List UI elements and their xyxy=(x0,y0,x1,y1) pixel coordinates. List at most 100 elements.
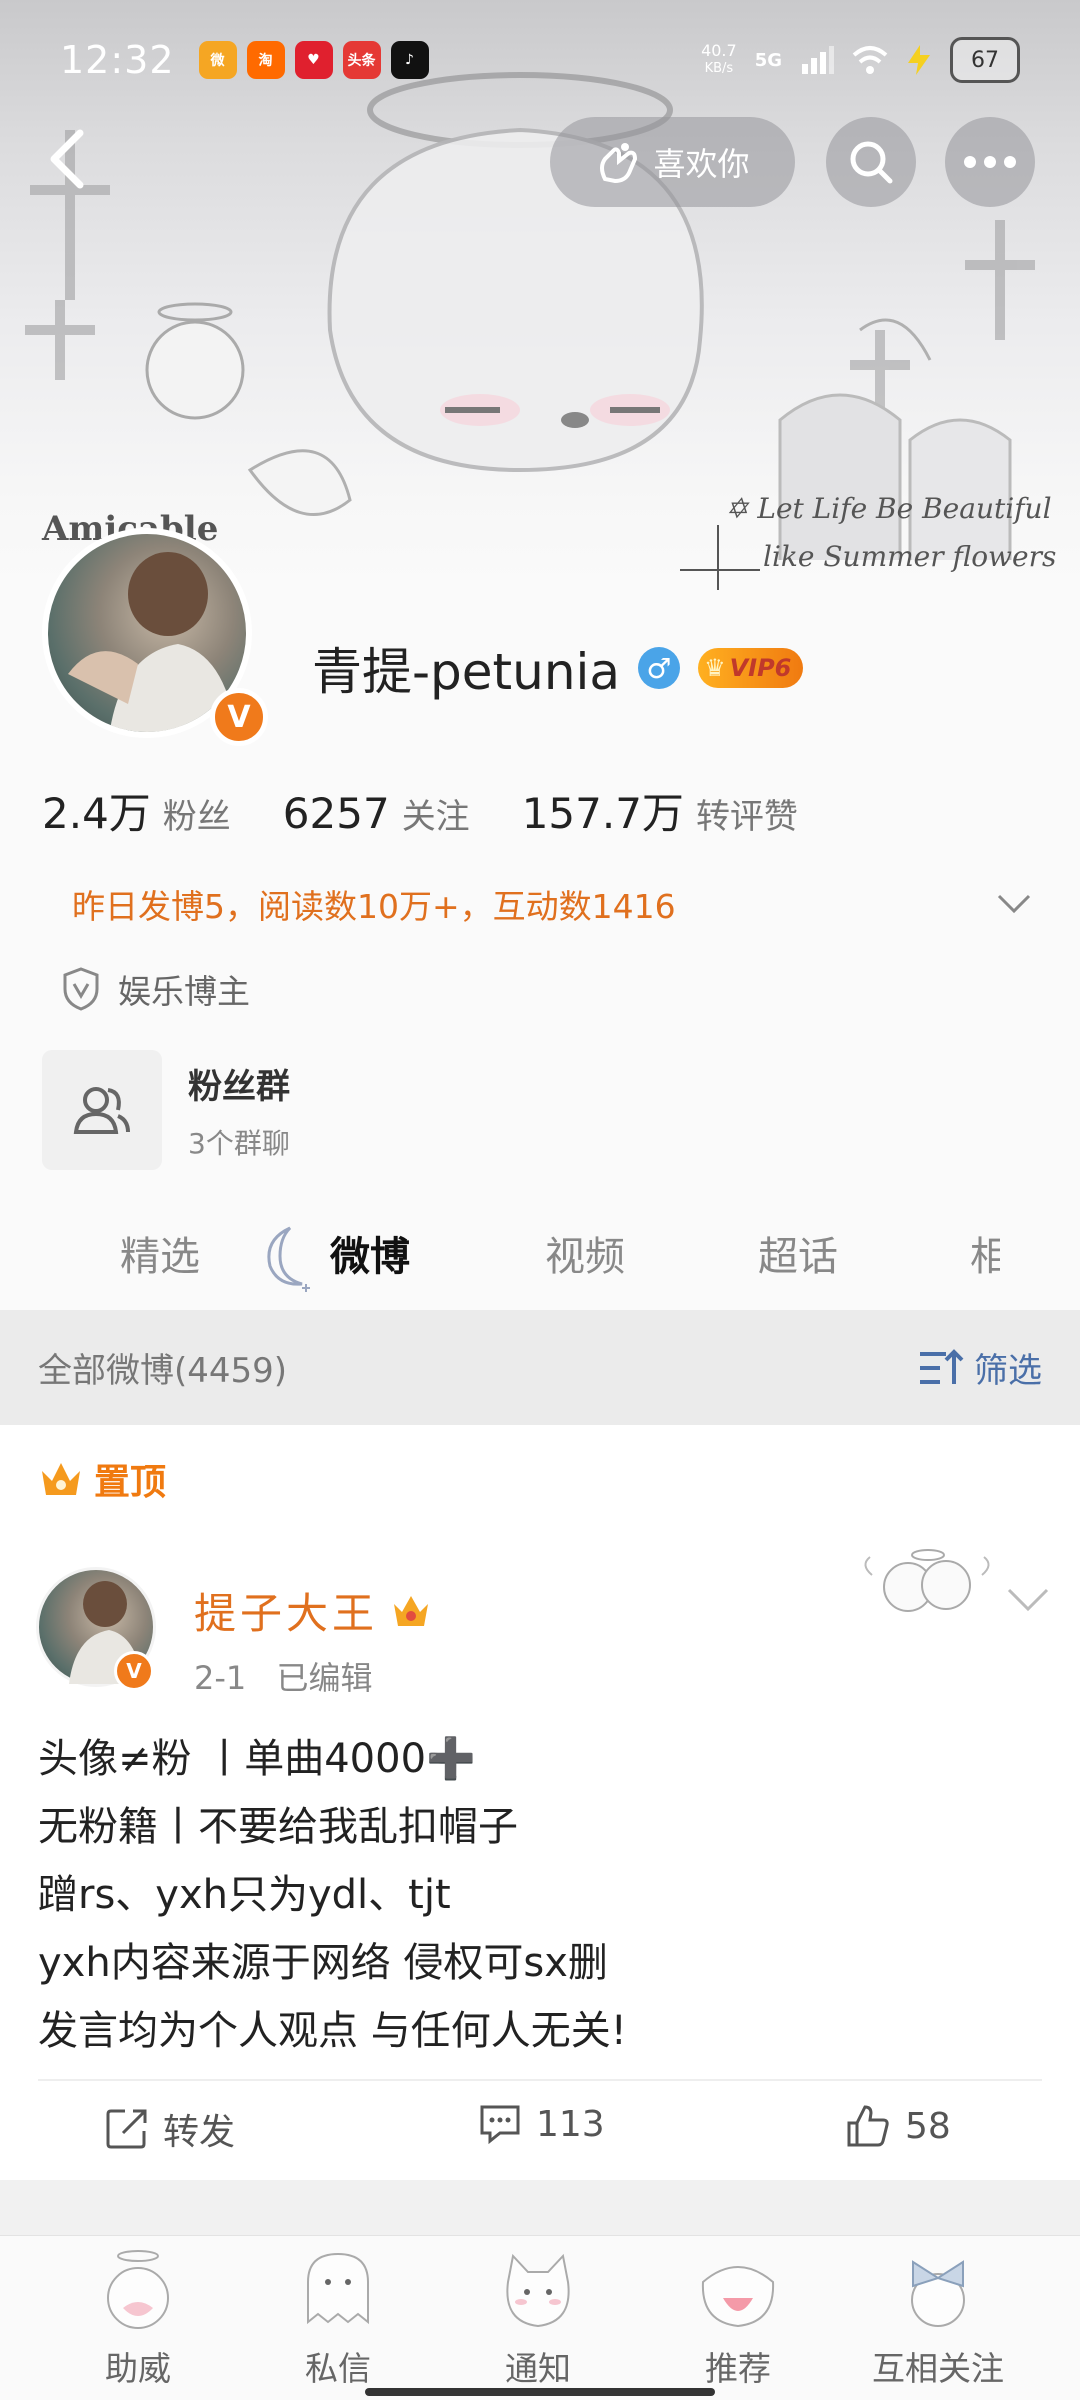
comment-button[interactable]: 113 xyxy=(478,2103,605,2145)
profile-name: 青提-petunia xyxy=(312,643,621,701)
cat-icon xyxy=(506,2253,570,2328)
comment-icon xyxy=(480,2105,520,2145)
fan-group-title: 粉丝群 xyxy=(188,1066,290,1107)
post-edited: 已编辑 xyxy=(276,1659,373,1697)
net-speed: 40.7 KB/s xyxy=(701,42,737,78)
tiktok-app-icon: ♪ xyxy=(390,41,429,79)
red-app-icon: ♥ xyxy=(294,41,333,79)
nav-cheer-label: 助威 xyxy=(105,2349,171,2388)
post-line: yxh内容来源于网络 侵权可sx删 xyxy=(38,1940,608,1986)
repost-button[interactable]: 转发 xyxy=(105,2103,235,2155)
stat-label: 转评赞 xyxy=(695,797,798,837)
vip-label: VIP6 xyxy=(729,654,792,682)
wifi-icon xyxy=(852,46,888,74)
like-count: 58 xyxy=(905,2105,951,2147)
stat-value: 157.7万 xyxy=(521,789,684,838)
pinned-post[interactable]: 置顶 V 提子大王 2-1 已编辑 头像≠粉 丨单曲4000➕ 无粉籍丨不要给我… xyxy=(0,1425,1080,2180)
filter-button[interactable]: 筛选 xyxy=(918,1343,1042,1392)
group-users-icon xyxy=(73,1087,130,1134)
nav-notifications[interactable]: 通知 xyxy=(458,2242,618,2390)
creator-tag-label: 娱乐博主 xyxy=(118,972,250,1011)
profile-stats: 2.4万 粉丝 6257 关注 157.7万 转评赞 xyxy=(42,780,850,841)
tab-video[interactable]: 视频 xyxy=(545,1224,625,1282)
status-indicators: 40.7 KB/s 5G 67 xyxy=(701,37,1020,83)
ghost-icon xyxy=(307,2252,369,2325)
post-menu-chevron-icon[interactable] xyxy=(1006,1587,1050,1613)
cats-sticker-icon xyxy=(864,1549,990,1612)
fan-group-icon-box xyxy=(42,1050,162,1170)
stat-value: 6257 xyxy=(282,789,390,838)
more-dots-icon xyxy=(964,156,1016,168)
filter-bar: 全部微博(4459) 筛选 xyxy=(0,1310,1080,1425)
like-you-button[interactable]: 喜欢你 xyxy=(550,117,795,207)
vip-badge[interactable]: ♛ VIP6 xyxy=(698,648,804,688)
post-actions: 转发 113 58 xyxy=(0,2081,1080,2181)
nav-recommend-label: 推荐 xyxy=(705,2349,771,2388)
back-button[interactable] xyxy=(36,124,96,194)
post-line: 无粉籍丨不要给我乱扣帽子 xyxy=(38,1804,518,1850)
toutiao-app-icon: 头条 xyxy=(342,41,381,79)
crown-icon: ♛ xyxy=(704,654,726,682)
filter-label: 筛选 xyxy=(974,1351,1042,1391)
activity-text: 昨日发博5，阅读数10万+，互动数1416 xyxy=(72,887,676,926)
activity-summary[interactable]: 昨日发博5，阅读数10万+，互动数1416 xyxy=(72,880,1032,928)
post-author-name[interactable]: 提子大王 xyxy=(194,1580,378,1641)
nav-messages[interactable]: 私信 xyxy=(258,2242,418,2390)
tab-weibo[interactable]: 微博 xyxy=(330,1224,410,1282)
verified-badge: V xyxy=(210,688,268,746)
profile-avatar[interactable]: V xyxy=(42,528,282,748)
net-speed-unit: KB/s xyxy=(704,61,734,76)
tab-featured[interactable]: 精选 xyxy=(120,1224,200,1282)
like-you-label: 喜欢你 xyxy=(653,145,750,183)
search-icon xyxy=(850,141,893,184)
like-button[interactable]: 58 xyxy=(845,2103,951,2149)
thumbs-up-icon xyxy=(847,2105,889,2147)
post-line: 发言均为个人观点 与任何人无关! xyxy=(38,2008,627,2054)
stat-label: 关注 xyxy=(401,797,470,837)
stat-following[interactable]: 6257 关注 xyxy=(283,789,470,838)
fan-group-entry[interactable]: 粉丝群 3个群聊 xyxy=(42,1050,290,1170)
post-verified-badge: V xyxy=(114,1651,154,1691)
ribbon-bear-icon xyxy=(911,2260,965,2327)
stat-value: 2.4万 xyxy=(42,789,151,838)
status-time: 12:32 xyxy=(60,38,175,82)
nav-recommend[interactable]: 推荐 xyxy=(658,2242,818,2390)
stat-followers[interactable]: 2.4万 粉丝 xyxy=(42,780,231,841)
banner-quote: ✡ Let Life Be Beautiful like Summer flow… xyxy=(725,485,1056,590)
nav-mutual-follow[interactable]: 互相关注 xyxy=(858,2242,1018,2390)
status-app-icons: 微淘 ♥ 头条 ♪ xyxy=(198,41,429,79)
pinned-label-row: 置顶 xyxy=(38,1453,166,1505)
more-button[interactable] xyxy=(945,117,1035,207)
tab-album[interactable]: 相 xyxy=(970,1224,1000,1282)
back-arrow-icon xyxy=(50,129,84,189)
stat-interactions[interactable]: 157.7万 转评赞 xyxy=(522,780,798,841)
post-line: 蹭rs、yxh只为ydl、tjt xyxy=(38,1872,451,1918)
post-meta: 2-1 已编辑 xyxy=(194,1653,392,1699)
weibo-app-icon: 微 xyxy=(198,41,237,79)
taobao-app-icon: 淘 xyxy=(246,41,285,79)
shield-icon xyxy=(63,967,99,1011)
all-posts-count: 全部微博(4459) xyxy=(38,1351,288,1391)
banner-quote-line1: ✡ Let Life Be Beautiful xyxy=(725,492,1052,525)
post-line: 头像≠粉 丨单曲4000➕ xyxy=(38,1736,476,1782)
gender-male-icon: ♂ xyxy=(638,647,681,689)
finger-heart-icon xyxy=(600,143,638,184)
net-speed-value: 40.7 xyxy=(701,41,737,60)
repost-icon xyxy=(106,2109,147,2149)
battery-indicator: 67 xyxy=(950,37,1020,83)
post-author-row: 提子大王 xyxy=(194,1580,432,1641)
filter-icon xyxy=(920,1348,964,1384)
nav-cheer[interactable]: 助威 xyxy=(58,2242,218,2390)
search-button[interactable] xyxy=(826,117,916,207)
fan-group-subtitle: 3个群聊 xyxy=(188,1126,290,1160)
profile-banner: Amicable ✡ Let Life Be Beautiful like Su… xyxy=(0,0,1080,590)
comment-count: 113 xyxy=(536,2103,605,2145)
chevron-down-icon xyxy=(997,894,1031,914)
pin-crown-icon xyxy=(42,1463,80,1495)
creator-tag[interactable]: 娱乐博主 xyxy=(62,965,250,1013)
tab-supertopic[interactable]: 超话 xyxy=(758,1224,838,1282)
banner-quote-line3: life xyxy=(725,581,1056,590)
tongue-icon xyxy=(701,2266,775,2328)
home-indicator[interactable] xyxy=(365,2388,715,2396)
verified-glyph: V xyxy=(227,699,251,735)
